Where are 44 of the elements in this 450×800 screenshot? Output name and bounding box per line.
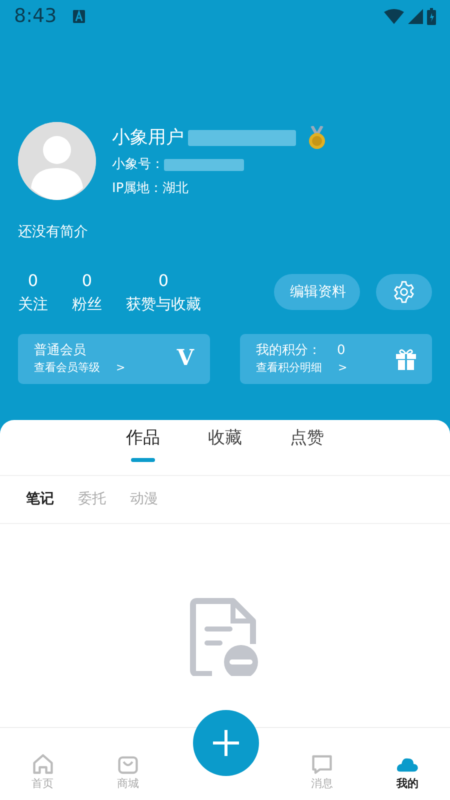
bio-text: 还没有简介 bbox=[17, 223, 89, 242]
tab-indicator bbox=[131, 458, 155, 462]
id-label: 小象号： bbox=[112, 156, 164, 174]
stat-count: 0 bbox=[82, 270, 92, 292]
stat-label[interactable]: 获赞与收藏 bbox=[126, 293, 201, 316]
avatar[interactable] bbox=[18, 122, 96, 200]
stat-label[interactable]: 粉丝 bbox=[72, 293, 102, 316]
stat-label[interactable]: 关注 bbox=[18, 293, 48, 316]
gift-icon bbox=[396, 348, 416, 370]
chevron: > bbox=[338, 360, 348, 376]
membership-card[interactable]: 普通会员 查看会员等级 > V bbox=[18, 334, 210, 384]
signal-icon bbox=[408, 8, 423, 24]
card-title: 普通会员 bbox=[34, 342, 86, 360]
vip-mark: V bbox=[176, 344, 194, 373]
nav-item[interactable]: 首页 bbox=[30, 752, 56, 792]
tab[interactable]: 点赞 bbox=[290, 420, 324, 452]
settings-icon bbox=[393, 281, 415, 304]
username: 小象用户 bbox=[112, 126, 184, 150]
points-card[interactable]: 我的积分： 0 查看积分明细 > bbox=[240, 334, 432, 384]
wifi-icon bbox=[384, 8, 404, 24]
subtab[interactable]: 动漫 bbox=[130, 489, 158, 510]
ip-location: IP属地：湖北 bbox=[112, 180, 190, 198]
chevron: > bbox=[116, 360, 126, 376]
stat-count: 0 bbox=[28, 270, 38, 292]
nav-item[interactable]: 我的 bbox=[394, 752, 420, 792]
medal-icon bbox=[308, 126, 326, 150]
plus-icon bbox=[212, 729, 240, 757]
battery-icon bbox=[427, 8, 436, 24]
card-link: 查看积分明细 bbox=[256, 360, 322, 376]
status-time: 8:43 bbox=[14, 4, 57, 29]
points-value: 0 bbox=[337, 342, 346, 360]
empty-document-icon bbox=[190, 598, 260, 676]
card-title: 我的积分： bbox=[256, 342, 321, 360]
subtab[interactable]: 委托 bbox=[78, 489, 106, 510]
subtab[interactable]: 笔记 bbox=[26, 489, 54, 510]
nav-item[interactable]: 消息 bbox=[309, 752, 336, 792]
tab[interactable]: 作品 bbox=[126, 420, 160, 452]
stat-count: 0 bbox=[158, 270, 169, 292]
edit-profile-button[interactable]: 编辑资料 bbox=[274, 274, 360, 310]
tab[interactable]: 收藏 bbox=[208, 420, 242, 452]
nav-item[interactable]: 商城 bbox=[114, 752, 141, 792]
settings-button[interactable] bbox=[376, 274, 432, 310]
card-link: 查看会员等级 bbox=[34, 360, 100, 376]
notification-icon bbox=[72, 10, 85, 22]
